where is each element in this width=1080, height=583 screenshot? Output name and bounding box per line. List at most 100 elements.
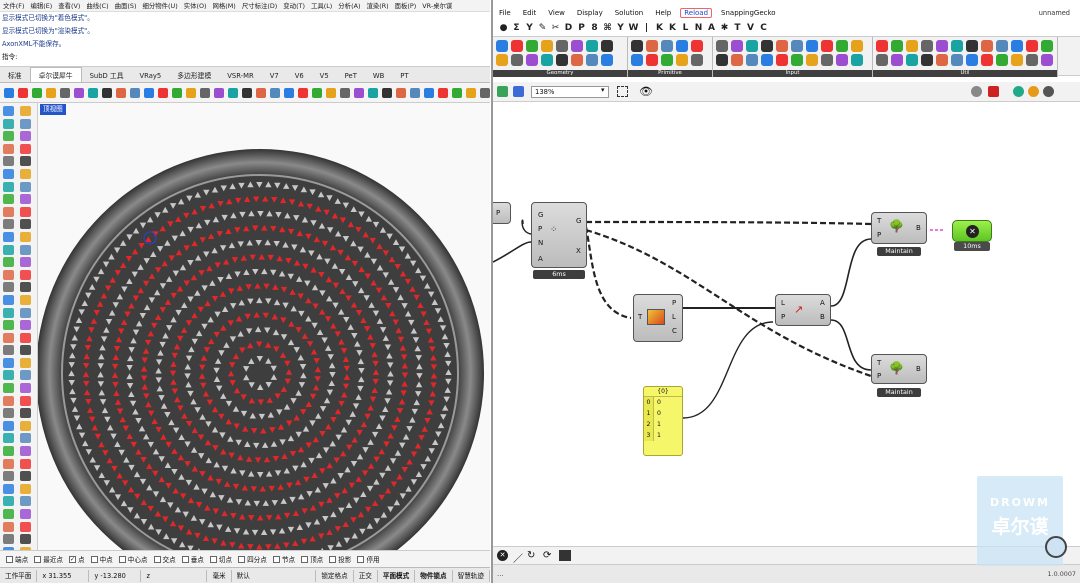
save-file-icon[interactable] bbox=[513, 86, 524, 97]
gh-menu-item[interactable]: SnappingGecko bbox=[715, 9, 782, 17]
side-tool-icon[interactable] bbox=[3, 471, 14, 482]
menu-item[interactable]: 变动(T) bbox=[280, 1, 308, 10]
component-icon[interactable] bbox=[891, 54, 903, 66]
component-icon[interactable] bbox=[876, 54, 888, 66]
osnap-option[interactable]: ✓ 点 bbox=[68, 554, 85, 564]
toolbar-tool-icon[interactable] bbox=[312, 87, 322, 98]
checkbox[interactable] bbox=[301, 555, 309, 563]
input-port[interactable]: P bbox=[877, 231, 881, 239]
toolbar-tool-icon[interactable] bbox=[452, 87, 462, 98]
osnap-option[interactable]: 中心点 bbox=[118, 554, 148, 564]
viewport-label[interactable]: 顶视图 bbox=[40, 104, 66, 115]
toolbar-tool-icon[interactable] bbox=[298, 87, 308, 98]
component-icon[interactable] bbox=[1026, 54, 1038, 66]
toolbar-tool-icon[interactable] bbox=[144, 87, 154, 98]
maintain-component[interactable]: T P 🌳 B bbox=[871, 354, 927, 384]
side-tool-icon[interactable] bbox=[20, 408, 31, 419]
side-tool-icon[interactable] bbox=[3, 395, 14, 406]
side-tool-icon[interactable] bbox=[20, 143, 31, 154]
display-wire-icon[interactable] bbox=[1043, 86, 1054, 97]
component-icon[interactable] bbox=[806, 54, 818, 66]
side-tool-icon[interactable] bbox=[3, 269, 14, 280]
zoom-level-select[interactable]: 138% bbox=[531, 86, 609, 98]
component-tab[interactable]: ● bbox=[497, 23, 510, 33]
component-tab[interactable]: V bbox=[744, 23, 757, 33]
component-icon[interactable] bbox=[691, 40, 703, 52]
input-port[interactable]: P bbox=[781, 313, 785, 321]
component-icon[interactable] bbox=[1041, 40, 1053, 52]
input-port[interactable]: A bbox=[538, 255, 543, 263]
component-icon[interactable] bbox=[526, 54, 538, 66]
component-icon[interactable] bbox=[876, 40, 888, 52]
component-icon[interactable] bbox=[676, 40, 688, 52]
menu-item[interactable]: 曲面(S) bbox=[112, 1, 140, 10]
side-tool-icon[interactable] bbox=[3, 156, 14, 167]
menu-item[interactable]: 文件(F) bbox=[0, 1, 27, 10]
side-tool-icon[interactable] bbox=[20, 395, 31, 406]
toolbar-tool-icon[interactable] bbox=[172, 87, 182, 98]
output-port[interactable]: B bbox=[916, 365, 921, 373]
menu-item[interactable]: 渲染(R) bbox=[363, 1, 391, 10]
component-tab[interactable]: ✱ bbox=[718, 23, 731, 33]
output-port[interactable]: L bbox=[672, 313, 676, 321]
side-tool-icon[interactable] bbox=[20, 383, 31, 394]
toolbar-tool-icon[interactable] bbox=[256, 87, 266, 98]
side-tool-icon[interactable] bbox=[20, 118, 31, 129]
osnap-option[interactable]: 投影 bbox=[329, 554, 351, 564]
pop-component[interactable]: G P N A G X ⁘ bbox=[531, 202, 587, 268]
side-tool-icon[interactable] bbox=[3, 181, 14, 192]
checkbox[interactable] bbox=[90, 555, 98, 563]
toolbar-tool-icon[interactable] bbox=[46, 87, 56, 98]
component-icon[interactable] bbox=[601, 54, 613, 66]
output-port[interactable]: A bbox=[820, 299, 825, 307]
component-tab[interactable]: Σ bbox=[510, 23, 523, 33]
toolbar-tab[interactable]: PT bbox=[392, 70, 416, 82]
component-icon[interactable] bbox=[981, 54, 993, 66]
gh-menu-item[interactable]: Help bbox=[649, 9, 677, 17]
side-tool-icon[interactable] bbox=[20, 496, 31, 507]
component-icon[interactable] bbox=[906, 54, 918, 66]
preview-selected-icon[interactable] bbox=[988, 86, 999, 97]
toolbar-tool-icon[interactable] bbox=[354, 87, 364, 98]
component-tab[interactable]: ✂ bbox=[549, 23, 562, 33]
status-layer[interactable]: 默认 bbox=[232, 569, 317, 582]
osnap-option[interactable]: 端点 bbox=[6, 554, 28, 564]
toolbar-tool-icon[interactable] bbox=[4, 87, 14, 98]
gh-menu-item[interactable]: Edit bbox=[517, 9, 543, 17]
side-tool-icon[interactable] bbox=[20, 307, 31, 318]
component-icon[interactable] bbox=[966, 40, 978, 52]
chevron-down-icon[interactable]: ▾ bbox=[601, 86, 605, 94]
output-port[interactable]: G bbox=[576, 217, 581, 225]
component-icon[interactable] bbox=[676, 54, 688, 66]
maintain-component[interactable]: T P 🌳 B bbox=[871, 212, 927, 244]
component-tab[interactable]: A bbox=[705, 23, 718, 33]
toolbar-tool-icon[interactable] bbox=[60, 87, 70, 98]
output-port[interactable]: C bbox=[672, 327, 677, 335]
input-port[interactable]: N bbox=[538, 239, 543, 247]
component-icon[interactable] bbox=[1011, 40, 1023, 52]
side-tool-icon[interactable] bbox=[3, 383, 14, 394]
checkbox[interactable] bbox=[329, 555, 337, 563]
toolbar-tool-icon[interactable] bbox=[382, 87, 392, 98]
side-tool-icon[interactable] bbox=[3, 534, 14, 545]
side-tool-icon[interactable] bbox=[20, 294, 31, 305]
osnap-option[interactable]: 顶点 bbox=[301, 554, 323, 564]
side-tool-icon[interactable] bbox=[3, 257, 14, 268]
component-tab[interactable]: ✎ bbox=[536, 23, 549, 33]
component-icon[interactable] bbox=[906, 40, 918, 52]
redraw-icon[interactable]: ⟳ bbox=[543, 550, 551, 561]
menu-item[interactable]: 尺寸标注(D) bbox=[239, 1, 280, 10]
side-tool-icon[interactable] bbox=[3, 118, 14, 129]
side-tool-icon[interactable] bbox=[20, 257, 31, 268]
input-port[interactable]: T bbox=[638, 313, 642, 321]
component-icon[interactable] bbox=[661, 54, 673, 66]
toolbar-tab[interactable]: PeT bbox=[337, 70, 365, 82]
component-icon[interactable] bbox=[966, 54, 978, 66]
rhino-viewport[interactable]: 顶视图 bbox=[38, 103, 490, 550]
component-tab[interactable]: Y bbox=[614, 23, 627, 33]
open-file-icon[interactable] bbox=[497, 86, 508, 97]
checkbox[interactable] bbox=[209, 555, 217, 563]
menu-item[interactable]: 实体(O) bbox=[181, 1, 210, 10]
osnap-option[interactable]: 切点 bbox=[209, 554, 232, 564]
component-icon[interactable] bbox=[511, 40, 523, 52]
